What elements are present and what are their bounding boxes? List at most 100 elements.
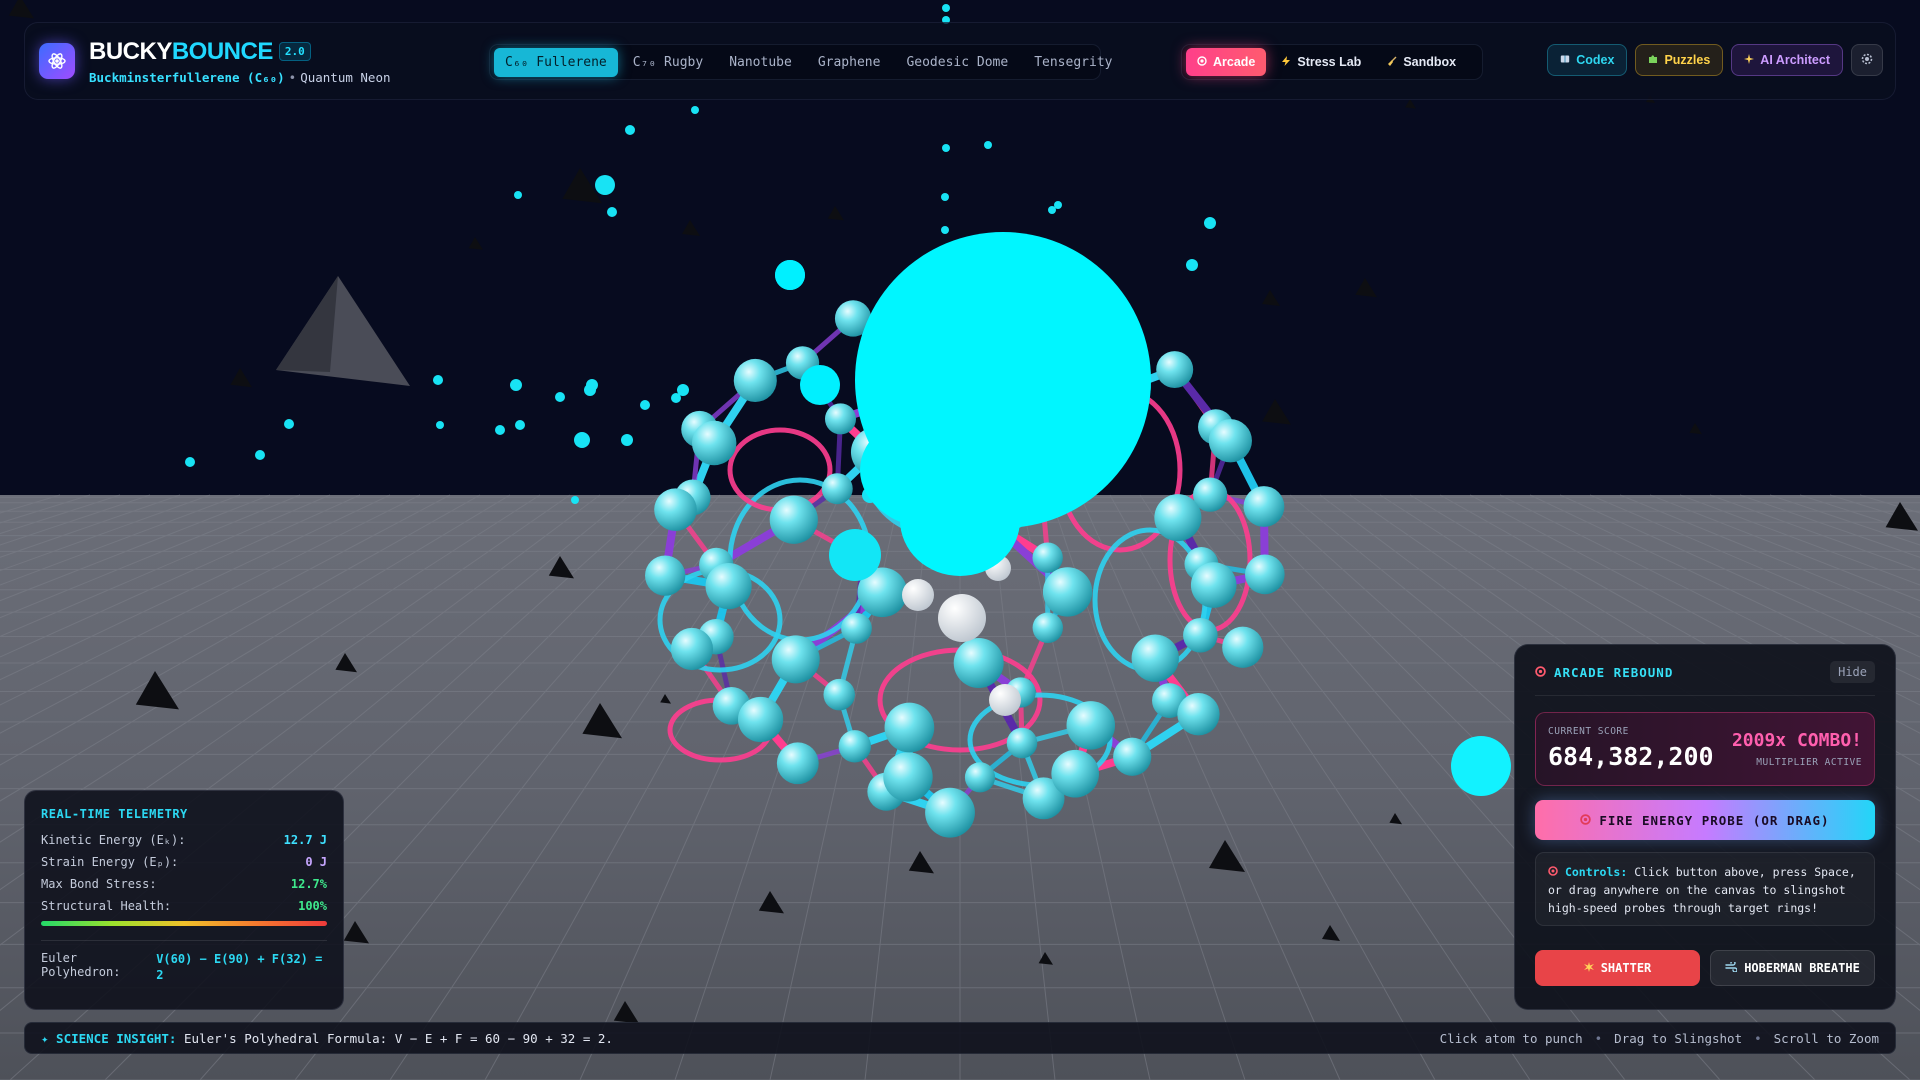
sparkle-icon [1744, 53, 1755, 67]
atom [1244, 554, 1285, 595]
particle [571, 496, 579, 504]
atom [1156, 351, 1194, 389]
atom [838, 730, 872, 763]
atom [884, 702, 935, 753]
atom [769, 495, 818, 544]
hint-punch: Click atom to punch [1439, 1030, 1583, 1046]
atom [1154, 494, 1202, 542]
controls-label: Controls: [1564, 865, 1628, 879]
particle [607, 207, 617, 217]
structure-tabs: C₆₀ Fullerene C₇₀ Rugby Nanotube Graphene Ge… [489, 44, 1112, 80]
atom [705, 563, 752, 610]
fire-probe-button[interactable]: FIRE ENERGY PROBE (OR DRAG) [1535, 800, 1875, 840]
atom [1042, 567, 1093, 617]
atom [1051, 749, 1099, 798]
science-insight-bar: ✦ SCIENCE INSIGHT: Euler's Polyhedral Fo… [24, 1022, 1896, 1054]
settings-button[interactable] [1851, 44, 1883, 76]
settings-icon [1860, 52, 1874, 69]
target-icon [1535, 665, 1546, 680]
particle [691, 106, 699, 114]
particle [255, 450, 265, 460]
structural-health-value: 100% [298, 899, 327, 913]
telemetry-panel: REAL-TIME TELEMETRY Kinetic Energy (Eₖ):… [24, 790, 344, 1010]
arcade-title: ARCADE REBOUND [1535, 665, 1673, 680]
atom [925, 787, 975, 838]
header-actions: Codex Puzzles AI Architect [1547, 44, 1883, 76]
particle [1204, 217, 1216, 229]
mode-tabs: Arcade Stress Lab Sandbox [1181, 44, 1483, 80]
insight-label: ✦ SCIENCE INSIGHT: [41, 1030, 177, 1046]
atom [1032, 612, 1064, 644]
tab-stress-lab[interactable]: Stress Lab [1270, 48, 1372, 76]
atom [1183, 617, 1218, 653]
hint-slingshot: Drag to Slingshot [1614, 1030, 1743, 1046]
particle [510, 379, 522, 391]
puzzle-icon [1648, 53, 1658, 67]
broom-icon [1387, 55, 1397, 69]
score-value: 684,382,200 [1548, 742, 1714, 771]
particle [1186, 259, 1198, 271]
control-hints: Click atom to punch • Drag to Slingshot … [1440, 1031, 1879, 1046]
divider [41, 940, 327, 941]
atom [1222, 626, 1264, 668]
atom [964, 762, 996, 793]
explosion-icon [1583, 961, 1594, 975]
hit-atom [989, 684, 1021, 716]
arcade-actions: SHATTER HOBERMAN BREATHE [1535, 950, 1875, 986]
tab-structure[interactable]: Graphene [807, 48, 892, 77]
tab-structure[interactable]: Tensegrity [1023, 48, 1123, 77]
particle [1054, 201, 1062, 209]
target-icon [1548, 865, 1558, 879]
atom [1131, 634, 1179, 682]
tab-sandbox[interactable]: Sandbox [1376, 48, 1467, 76]
atom [823, 678, 855, 711]
version-badge: 2.0 [278, 42, 311, 61]
particle [942, 144, 950, 152]
target-icon [1580, 813, 1592, 828]
atom [771, 635, 820, 684]
atom [691, 420, 737, 466]
bond-stress-row: Max Bond Stress: 12.7% [41, 877, 327, 891]
particle [984, 141, 992, 149]
tab-structure[interactable]: C₆₀ Fullerene [494, 47, 618, 77]
atom [645, 555, 686, 596]
hoberman-breathe-button[interactable]: HOBERMAN BREATHE [1710, 950, 1875, 986]
atom [1208, 419, 1252, 463]
atom [953, 637, 1004, 688]
kinetic-energy-row: Kinetic Energy (Eₖ): 12.7 J [41, 833, 327, 847]
atom [841, 613, 872, 644]
particle [595, 175, 615, 195]
atom [1243, 486, 1285, 527]
hit-atom [938, 594, 986, 642]
particle [574, 432, 590, 448]
target-probe [1451, 736, 1511, 796]
bond-stress-label: Max Bond Stress: [41, 877, 157, 891]
codex-button[interactable]: Codex [1547, 44, 1628, 76]
tab-structure[interactable]: Nanotube [718, 48, 803, 77]
structural-health-row: Structural Health: 100% [41, 899, 327, 913]
particle [621, 434, 633, 446]
bond-stress-value: 12.7% [290, 877, 327, 891]
atom [733, 358, 777, 402]
atom [883, 752, 933, 802]
hide-button[interactable]: Hide [1830, 661, 1875, 683]
atom [776, 742, 819, 785]
tab-arcade[interactable]: Arcade [1186, 48, 1267, 76]
shatter-button[interactable]: SHATTER [1535, 950, 1700, 986]
particle [514, 191, 522, 199]
tab-structure[interactable]: Geodesic Dome [895, 48, 1019, 77]
tab-structure[interactable]: C₇₀ Rugby [622, 48, 714, 77]
hint-zoom: Scroll to Zoom [1773, 1030, 1879, 1046]
atom [821, 473, 853, 505]
strain-energy-value: 0 J [305, 855, 327, 869]
insight-text: Euler's Polyhedral Formula: V − E + F = … [184, 1030, 613, 1046]
puzzles-button[interactable]: Puzzles [1635, 44, 1724, 76]
hint-separator: • [1594, 1030, 1603, 1046]
hit-atom [902, 579, 934, 611]
atom [1032, 542, 1063, 573]
atom [1066, 701, 1116, 750]
particle [284, 419, 294, 429]
atom [737, 696, 784, 743]
particle [584, 384, 596, 396]
ai-architect-button[interactable]: AI Architect [1731, 44, 1843, 76]
